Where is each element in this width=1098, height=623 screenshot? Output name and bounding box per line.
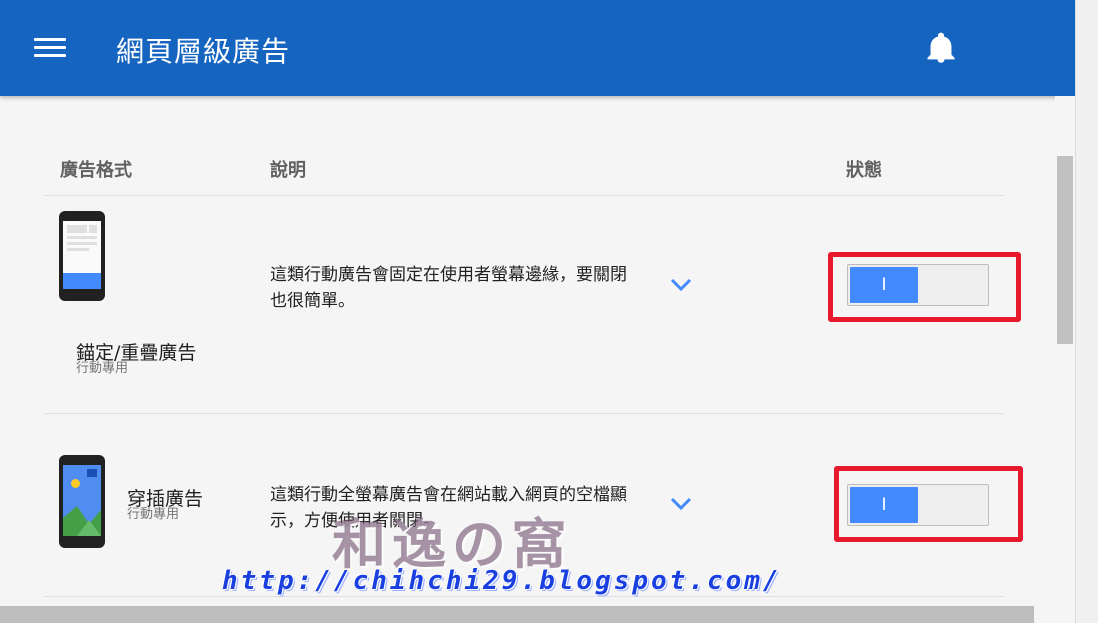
page-title: 網頁層級廣告 [116, 35, 291, 68]
column-header-format: 廣告格式 [60, 160, 132, 181]
row-divider [44, 596, 1004, 597]
status-toggle[interactable]: I [847, 264, 989, 306]
bell-icon[interactable] [926, 32, 956, 64]
inner-scrollbar-thumb[interactable] [1057, 156, 1073, 344]
window-scrollbar[interactable] [1075, 0, 1098, 623]
anchor-ad-phone-icon [59, 211, 105, 301]
format-subtitle: 行動專用 [76, 361, 129, 376]
header-divider [44, 195, 1004, 196]
chevron-down-icon[interactable] [669, 277, 693, 293]
toggle-on-state: I [850, 267, 918, 303]
interstitial-ad-phone-icon [59, 455, 105, 548]
status-toggle[interactable]: I [847, 484, 989, 526]
top-app-bar: 網頁層級廣告 [0, 0, 1075, 96]
toggle-on-state: I [850, 487, 918, 523]
row-divider [44, 413, 1004, 414]
chevron-down-icon[interactable] [669, 496, 693, 512]
format-subtitle: 行動專用 [127, 507, 180, 522]
column-header-status: 狀態 [846, 160, 882, 181]
menu-icon[interactable] [34, 38, 66, 62]
watermark-url: http://chihchi29.blogspot.com/ [222, 566, 782, 596]
horizontal-scrollbar[interactable] [0, 606, 1034, 623]
format-description: 這類行動廣告會固定在使用者螢幕邊緣，要關閉也很簡單。 [270, 265, 627, 311]
column-header-description: 說明 [270, 160, 306, 181]
